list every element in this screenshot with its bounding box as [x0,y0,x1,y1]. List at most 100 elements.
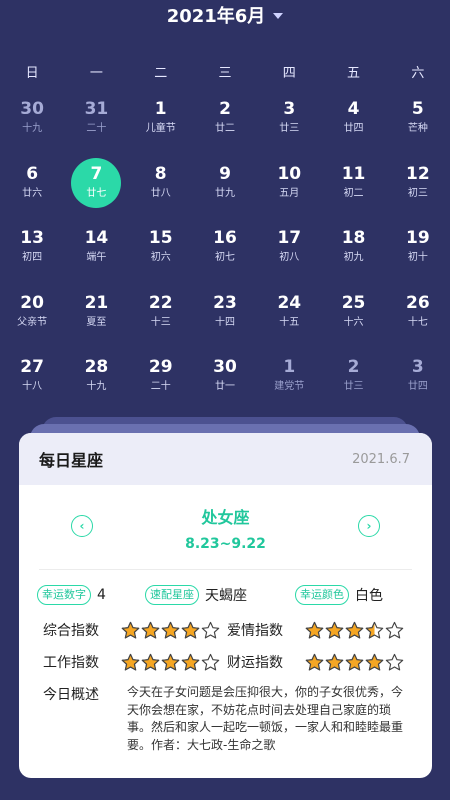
match-sign-value: 天蝎座 [205,588,247,604]
lunar-date: 二十 [150,381,171,392]
day-cell[interactable]: 12 初三 [386,157,450,222]
card-date: 2021.6.7 [352,451,410,467]
day-cell[interactable]: 14 端午 [64,221,128,286]
lucky-number-badge: 幸运数字 [37,585,91,605]
star-rating [305,653,404,672]
lunar-date: 十五 [279,316,300,328]
day-cell[interactable]: 19 初十 [386,221,450,286]
day-cell[interactable]: 31 二十 [64,92,128,157]
divider [39,569,412,570]
day-number: 16 [213,228,237,248]
day-number: 22 [148,292,173,313]
day-number: 3 [411,357,424,377]
day-cell[interactable]: 24 十五 [257,286,321,351]
index-block: 工作指数 [43,652,227,672]
day-cell[interactable]: 15 初六 [129,221,193,286]
day-number: 14 [84,228,109,248]
day-cell[interactable]: 9 廿九 [193,157,257,222]
day-cell[interactable]: 29 二十 [129,350,193,415]
star-filled-icon [181,621,200,638]
star-filled-icon [141,621,160,638]
day-cell[interactable]: 8 廿八 [129,157,193,222]
day-cell[interactable]: 2 廿二 [193,92,257,157]
day-cell[interactable]: 26 十七 [386,286,450,351]
day-cell[interactable]: 3 廿四 [386,350,450,415]
day-cell[interactable]: 30 十九 [0,92,64,157]
day-cell[interactable]: 30 廿一 [193,350,257,415]
day-cell[interactable]: 22 十三 [129,286,193,351]
chevron-left-icon[interactable]: ‹ [71,515,93,537]
star-filled-icon [181,653,200,670]
day-cell[interactable]: 3 廿三 [257,92,321,157]
day-cell[interactable]: 11 初二 [321,157,385,222]
lunar-date: 十七 [407,316,428,328]
star-rating [121,621,220,640]
star-filled-icon [305,621,324,638]
day-cell[interactable]: 1 儿童节 [129,92,193,157]
day-number: 17 [277,228,302,248]
day-cell[interactable]: 5 芒种 [386,92,450,157]
lunar-date: 十六 [343,316,364,328]
day-number: 1 [154,99,167,119]
horoscope-card: 每日星座 2021.6.7 ‹ 处女座 8.23~9.22 › 幸运数字 4 速… [19,433,432,778]
daily-summary: 今日概述 今天在子女问题是会压抑很大，你的子女很优秀，今天你会想在家，不妨花点时… [19,684,432,754]
lunar-date: 廿三 [343,381,364,392]
star-empty-icon [201,621,220,638]
lunar-date: 廿一 [214,381,235,392]
lunar-date: 廿二 [214,123,235,134]
day-number: 25 [341,292,366,313]
day-number: 30 [213,357,237,377]
star-filled-icon [345,621,364,638]
day-cell[interactable]: 13 初四 [0,221,64,286]
day-cell[interactable]: 17 初八 [257,221,321,286]
lunar-date: 廿九 [214,187,235,199]
day-number: 6 [26,163,39,184]
day-cell[interactable]: 25 十六 [321,286,385,351]
day-cell[interactable]: 10 五月 [257,157,321,222]
day-number: 9 [219,163,231,184]
day-cell[interactable]: 1 建党节 [257,350,321,415]
day-number: 24 [277,292,302,313]
index-label: 爱情指数 [227,623,283,639]
lunar-date: 芒种 [407,123,428,134]
day-cell[interactable]: 28 十九 [64,350,128,415]
lunar-date: 初三 [407,187,428,199]
lunar-date: 初十 [407,252,428,263]
month-title[interactable]: 2021年6月 [167,2,266,28]
day-cell[interactable]: 18 初九 [321,221,385,286]
lunar-date: 廿四 [343,123,364,134]
weekday-label: 三 [218,66,232,81]
weekday-label: 五 [347,66,361,81]
lunar-date: 十九 [86,381,107,392]
lunar-date: 建党节 [274,381,305,392]
sign-selector: ‹ 处女座 8.23~9.22 › [19,491,432,565]
day-cell[interactable]: 4 廿四 [321,92,385,157]
month-header[interactable]: 2021年6月 [0,0,450,30]
chevron-right-icon[interactable]: › [358,515,380,537]
day-cell[interactable]: 21 夏至 [64,286,128,351]
day-cell[interactable]: 2 廿三 [321,350,385,415]
calendar-grid: 30 十九 31 二十 1 儿童节 2 廿二 3 廿三 4 廿四 5 芒种 6 廿六 7 廿七 8 廿八 9 廿九 10 五月… [0,92,450,415]
index-row-2: 工作指数 财运指数 [19,652,432,672]
caret-down-icon[interactable] [273,13,284,19]
day-cell[interactable]: 20 父亲节 [0,286,64,351]
day-cell[interactable]: 23 十四 [193,286,257,351]
match-sign-badge: 速配星座 [145,585,199,605]
lunar-date: 初九 [343,252,364,263]
lunar-date: 十九 [22,123,43,134]
day-number: 19 [406,228,430,248]
day-number: 15 [148,228,173,248]
day-cell[interactable]: 27 十八 [0,350,64,415]
day-number: 30 [20,99,44,119]
day-number: 3 [283,99,296,119]
day-cell-selected[interactable]: 7 廿七 [64,157,128,222]
lunar-date: 廿八 [150,187,171,199]
day-cell[interactable]: 6 廿六 [0,157,64,222]
card-header: 每日星座 2021.6.7 [19,433,432,485]
day-number: 10 [277,163,302,184]
summary-text: 今天在子女问题是会压抑很大，你的子女很优秀，今天你会想在家，不妨花点时间去处理自… [127,685,404,752]
star-filled-icon [325,653,344,670]
day-cell[interactable]: 16 初七 [193,221,257,286]
lunar-date: 初八 [279,252,300,263]
star-empty-icon [201,653,220,670]
